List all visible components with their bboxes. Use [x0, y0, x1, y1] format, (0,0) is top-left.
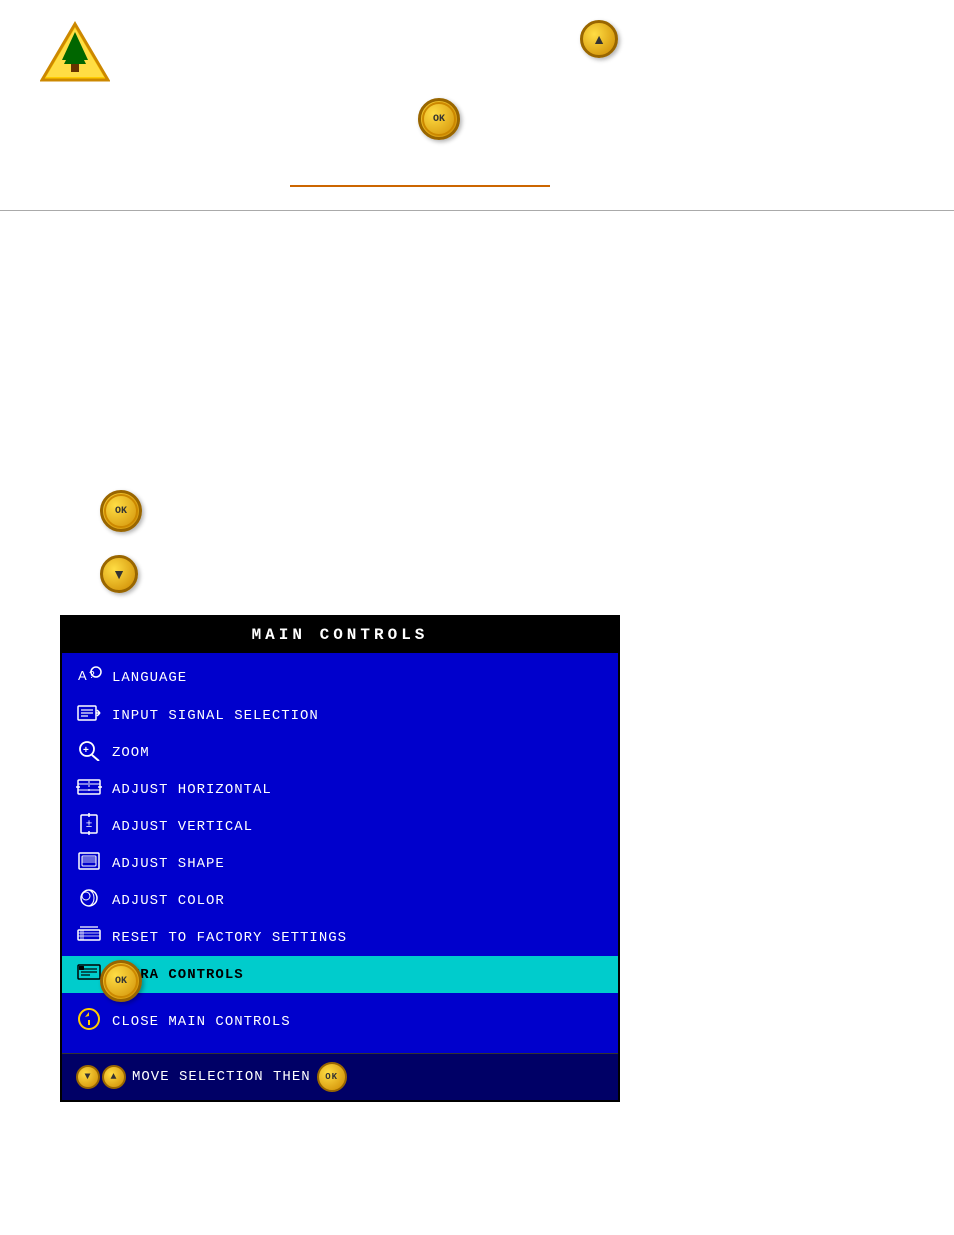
shape-icon [76, 850, 104, 877]
menu-item-extra-controls[interactable]: EXTRA CONTROLS [62, 956, 618, 993]
color-icon [76, 887, 104, 914]
close-main-controls[interactable]: CLOSE MAIN CONTROLS [62, 1001, 618, 1047]
ok-icon-top[interactable]: OK [418, 98, 460, 140]
osd-title: MAIN CONTROLS [62, 617, 618, 653]
zoom-label: ZOOM [112, 745, 150, 761]
svg-text:+: + [83, 745, 90, 756]
input-signal-icon [76, 702, 104, 729]
menu-item-adjust-vertical[interactable]: ± ADJUST VERTICAL [62, 808, 618, 845]
menu-item-language[interactable]: A ? LANGUAGE [62, 659, 618, 697]
vertical-icon: ± [76, 813, 104, 840]
language-label: LANGUAGE [112, 670, 187, 686]
footer-text: MOVE SELECTION THEN [132, 1069, 311, 1085]
menu-item-input-signal[interactable]: INPUT SIGNAL SELECTION [62, 697, 618, 734]
osd-footer: ▼ ▲ MOVE SELECTION THEN OK [62, 1053, 618, 1100]
osd-menu: MAIN CONTROLS A ? LANGUAGE [60, 615, 620, 1102]
menu-item-reset-factory[interactable]: RESET TO FACTORY SETTINGS [62, 919, 618, 956]
down-arrow-icon[interactable]: ▼ [100, 555, 138, 593]
shape-label: ADJUST SHAPE [112, 856, 225, 872]
menu-spacer [62, 993, 618, 1001]
footer-updown-icons: ▼ ▲ [76, 1065, 126, 1089]
ok-button-bottom[interactable]: OK [100, 960, 142, 1002]
down-button-mid[interactable]: ▼ [100, 555, 138, 593]
svg-text:A: A [78, 668, 88, 683]
close-label: CLOSE MAIN CONTROLS [112, 1014, 291, 1030]
link-underline [290, 185, 550, 187]
footer-up-arrow: ▲ [102, 1065, 126, 1089]
menu-item-adjust-horizontal[interactable]: ADJUST HORIZONTAL [62, 771, 618, 808]
ok-icon-bottom[interactable]: OK [100, 960, 142, 1002]
horizontal-label: ADJUST HORIZONTAL [112, 782, 272, 798]
horizontal-icon [76, 776, 104, 803]
menu-item-adjust-shape[interactable]: ADJUST SHAPE [62, 845, 618, 882]
section-divider [0, 210, 954, 211]
close-icon [76, 1006, 104, 1037]
reset-icon [76, 924, 104, 951]
up-arrow-icon[interactable]: ▲ [580, 20, 618, 58]
menu-item-zoom[interactable]: + ZOOM [62, 734, 618, 771]
osd-items-container: A ? LANGUAGE INPUT SIGNAL [62, 653, 618, 1053]
color-label: ADJUST COLOR [112, 893, 225, 909]
svg-text:±: ± [86, 818, 93, 830]
reset-factory-label: RESET TO FACTORY SETTINGS [112, 930, 347, 946]
ok-button-top[interactable]: OK [418, 98, 460, 140]
ok-icon-mid[interactable]: OK [100, 490, 142, 532]
up-button-top[interactable]: ▲ [580, 20, 618, 58]
footer-down-arrow: ▼ [76, 1065, 100, 1089]
input-signal-label: INPUT SIGNAL SELECTION [112, 708, 319, 724]
vertical-label: ADJUST VERTICAL [112, 819, 253, 835]
warning-icon: ! [40, 20, 110, 90]
footer-ok-icon: OK [317, 1062, 347, 1092]
language-icon: A ? [76, 664, 104, 692]
zoom-icon: + [76, 739, 104, 766]
ok-button-mid[interactable]: OK [100, 490, 142, 532]
menu-item-adjust-color[interactable]: ADJUST COLOR [62, 882, 618, 919]
